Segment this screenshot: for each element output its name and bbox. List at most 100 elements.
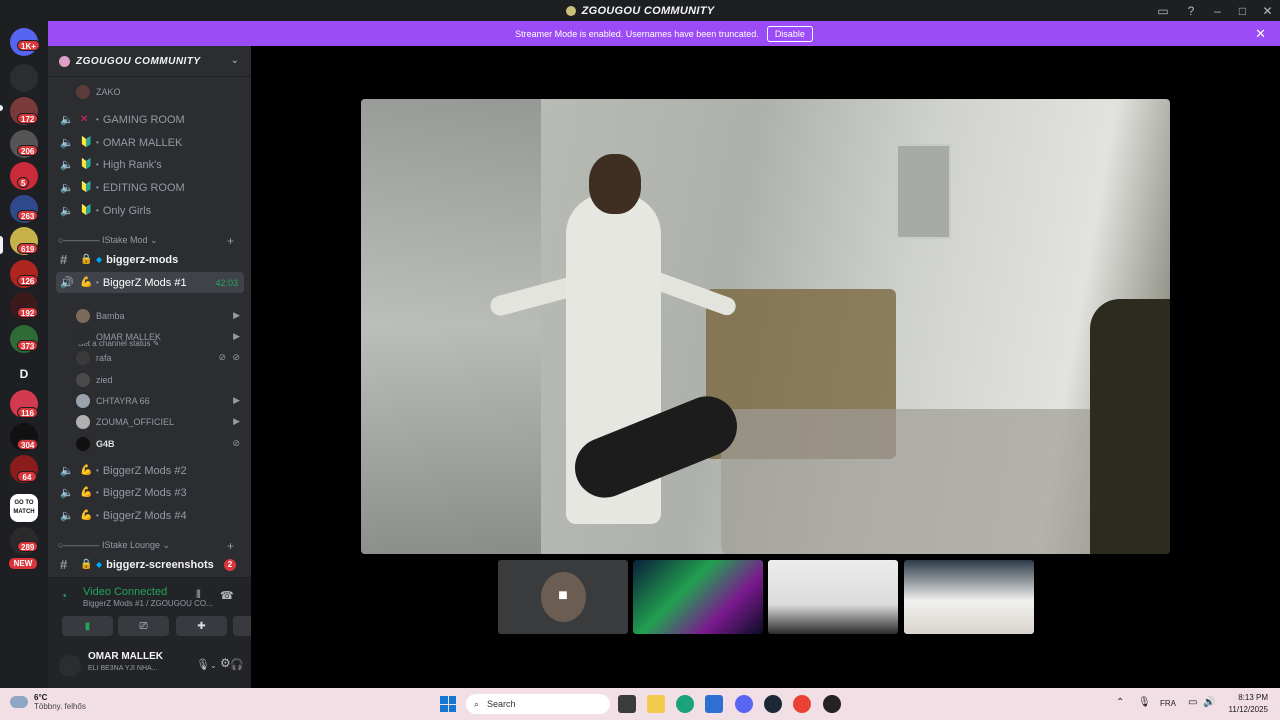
participant-tile[interactable] (633, 560, 763, 634)
avatar (76, 84, 90, 99)
server-badge: 373 (17, 340, 39, 351)
speaker-icon: 🔈 (60, 137, 74, 149)
avatar[interactable] (59, 655, 81, 677)
server-badge: 64 (17, 471, 37, 482)
text-channel[interactable]: # 🔒 ◆ biggerz-mods (56, 249, 244, 270)
voice-member[interactable]: OMAR MALLEK ▶ (76, 327, 244, 346)
avatar (76, 414, 90, 429)
channel-label: EDITING ROOM (102, 181, 185, 194)
separator: • (96, 278, 99, 287)
member-name: OMAR MALLEK (96, 331, 162, 342)
close-window-button[interactable]: ✕ (1255, 0, 1280, 21)
windows-start-icon[interactable] (440, 696, 456, 712)
separator: • (96, 183, 99, 192)
app-icon[interactable] (823, 695, 841, 713)
voice-channel[interactable]: 🔈 🔰 • High Rank's (56, 154, 244, 175)
headphones-icon[interactable]: 🎧 (230, 658, 244, 671)
new-badge[interactable]: NEW (8, 557, 38, 570)
voice-member[interactable]: G4B ⊘ (76, 434, 244, 453)
voice-channel[interactable]: 🔈 🔰 • EDITING ROOM (56, 177, 244, 198)
discord-icon[interactable] (735, 695, 753, 713)
weather-widget[interactable]: 6°C Többny. felhős (10, 693, 86, 711)
voice-channel[interactable]: 🔈 🔰 • OMAR MALLEK (56, 132, 244, 153)
server-letter[interactable]: D (10, 360, 38, 388)
member-name: ZOUMA_OFFICIEL (96, 416, 175, 427)
help-icon[interactable]: ? (1177, 0, 1205, 21)
avatar (76, 393, 90, 408)
voice-channel[interactable]: 🔈 ✕ • GAMING ROOM (56, 109, 244, 130)
search-box[interactable]: ⌕ Search (466, 694, 610, 714)
language-indicator[interactable]: FRA (1160, 699, 1176, 708)
store-icon[interactable] (705, 695, 723, 713)
inbox-icon[interactable]: ▭ (1149, 0, 1177, 21)
avatar (76, 372, 90, 387)
voice-member[interactable]: ZAKO (76, 82, 244, 101)
add-channel-icon[interactable]: + (227, 234, 234, 248)
voice-member[interactable]: Bamba ▶ (76, 306, 244, 325)
voice-channel[interactable]: 🔈 💪 • BiggerZ Mods #2 (56, 460, 244, 481)
voice-channel[interactable]: 🔈 💪 • BiggerZ Mods #4 (56, 505, 244, 526)
my-username[interactable]: OMAR MALLEK (88, 651, 163, 662)
category-header[interactable]: ○———— IStake Lounge ⌄ + (58, 538, 240, 553)
add-channel-icon[interactable]: + (227, 539, 234, 553)
muscle-icon: 💪 (80, 465, 93, 476)
participant-tile[interactable] (904, 560, 1034, 634)
server-badge: 263 (17, 210, 39, 221)
voice-member[interactable]: zied (76, 370, 244, 389)
chevron-down-icon[interactable]: ⌄ (210, 661, 217, 670)
edge-icon[interactable] (676, 695, 694, 713)
maximize-button[interactable]: □ (1230, 0, 1255, 21)
voice-member[interactable]: CHTAYRA 66 ▶ (76, 391, 244, 410)
main-video-feed[interactable] (361, 99, 1170, 554)
minimize-button[interactable]: – (1205, 0, 1230, 21)
steam-icon[interactable] (764, 695, 782, 713)
clock[interactable]: 8:13 PM 11/12/2025 (1229, 692, 1268, 716)
muscle-icon: 💪 (80, 487, 93, 498)
voice-member[interactable]: rafa ⊘ ⊘ (76, 348, 244, 367)
chevron-up-icon[interactable]: ⌃ (1116, 697, 1124, 708)
noise-suppression-icon[interactable]: ⦀ (196, 589, 201, 602)
category-header[interactable]: ○———— IStake Mod ⌄ + (58, 233, 240, 248)
server-icon-gotomatch[interactable]: GO TO MATCH (10, 494, 38, 522)
member-name: zied (96, 374, 113, 385)
channel-label: BiggerZ Mods #3 (102, 486, 187, 499)
network-icon[interactable]: ▭ (1188, 697, 1197, 708)
scene-poster (896, 144, 951, 239)
voice-member[interactable]: ZOUMA_OFFICIEL ▶ (76, 412, 244, 431)
volume-icon[interactable]: 🔊 (1203, 697, 1215, 708)
chevron-down-icon[interactable]: ⌄ (231, 55, 239, 66)
voice-status-title[interactable]: Video Connected (83, 586, 167, 598)
avatar (76, 329, 90, 344)
text-channel[interactable]: # 🔒 ◆ biggerz-screenshots 2 (56, 554, 244, 575)
activities-button[interactable]: ✚ (176, 616, 227, 636)
server-header[interactable]: ZGOUGOU COMMUNITY ⌄ (48, 46, 251, 77)
close-banner-icon[interactable]: ✕ (1255, 26, 1266, 42)
search-placeholder: Search (487, 699, 516, 709)
server-badge: 126 (17, 275, 39, 286)
voice-channel[interactable]: 🔈 🔰 • Only Girls (56, 200, 244, 221)
disconnect-icon[interactable]: ☎ (220, 589, 234, 602)
member-name: ZAKO (96, 86, 121, 97)
voice-channel[interactable]: 🔈 💪 • BiggerZ Mods #3 (56, 482, 244, 503)
settings-gear-icon[interactable]: ⚙ (220, 656, 231, 670)
channel-emoji: 🔰 (80, 182, 93, 193)
camera-button[interactable]: ▮ (62, 616, 113, 636)
voice-channel-active[interactable]: 🔊 💪 • BiggerZ Mods #1 42:03 (56, 272, 244, 293)
banner-text: Streamer Mode is enabled. Usernames have… (515, 28, 759, 39)
file-explorer-icon[interactable] (647, 695, 665, 713)
signal-icon[interactable]: ◔ (60, 589, 67, 603)
dm-folder-icon[interactable] (10, 64, 38, 92)
channel-label: Only Girls (102, 204, 152, 217)
chrome-icon[interactable] (793, 695, 811, 713)
disable-button[interactable]: Disable (766, 25, 813, 42)
screen-share-button[interactable]: ⎚ (118, 616, 169, 636)
task-view-icon[interactable] (618, 695, 636, 713)
headphones-chevron-icon[interactable]: ⌄ (200, 660, 207, 669)
voice-status-subtitle[interactable]: BiggerZ Mods #1 / ZGOUGOU CO... (83, 599, 213, 608)
participant-tile[interactable]: ■ (498, 560, 628, 634)
participant-tile[interactable] (768, 560, 898, 634)
server-badge: 206 (17, 145, 39, 156)
call-duration: 42:03 (215, 277, 238, 288)
microphone-tray-icon[interactable]: 🎙 (1138, 697, 1151, 708)
channel-label: BiggerZ Mods #4 (102, 509, 187, 522)
